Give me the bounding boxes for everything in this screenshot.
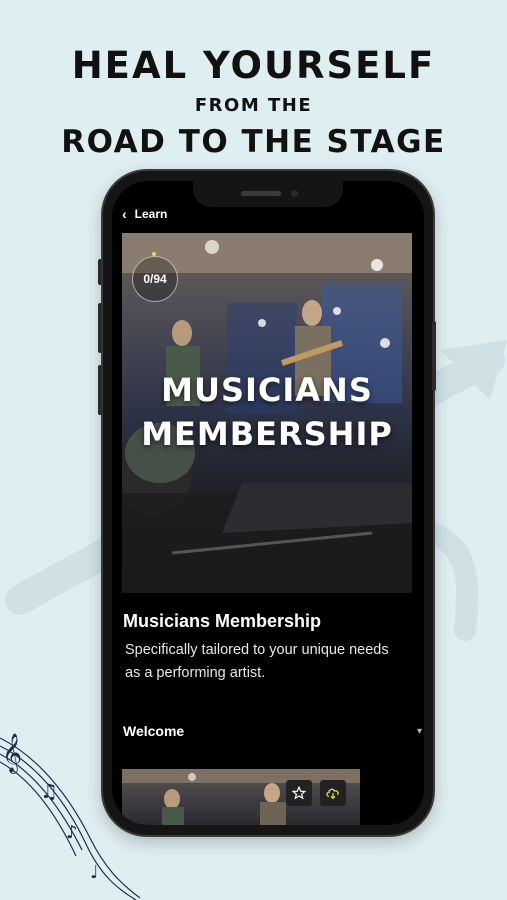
headline-line-3: ROAD TO THE STAGE: [61, 124, 446, 160]
phone-side-button: [98, 259, 102, 285]
phone-power-button: [432, 321, 436, 391]
phone-volume-up-button: [98, 303, 102, 353]
star-icon: [292, 786, 306, 800]
hero-title-line-2: MEMBERSHIP: [141, 415, 393, 453]
course-hero-image[interactable]: MUSICIANS MEMBERSHIP 0/94: [122, 233, 412, 593]
svg-text:♪: ♪: [66, 822, 78, 843]
progress-count: 0/94: [143, 272, 167, 286]
phone-screen: ‹ Learn MUSICIANS MEMBERSHIP 0/94 Musici…: [112, 181, 424, 825]
course-description: Specifically tailored to your unique nee…: [125, 642, 389, 681]
section-header-welcome[interactable]: Welcome: [123, 723, 184, 739]
headline-line-2: FROM THE: [194, 95, 313, 116]
phone-mockup: ‹ Learn MUSICIANS MEMBERSHIP 0/94 Musici…: [98, 171, 436, 835]
svg-text:♩: ♩: [90, 862, 99, 883]
phone-volume-down-button: [98, 365, 102, 415]
svg-text:𝄞: 𝄞: [2, 733, 22, 774]
cloud-download-icon: [326, 788, 339, 800]
course-title: Musicians Membership: [123, 611, 322, 631]
favorite-button[interactable]: [286, 780, 312, 806]
svg-text:♫: ♫: [40, 779, 58, 803]
progress-indicator-dot: [152, 252, 156, 256]
download-button[interactable]: [320, 780, 346, 806]
front-camera: [291, 190, 298, 197]
chevron-down-icon[interactable]: ▾: [417, 726, 422, 737]
phone-notch: [193, 181, 343, 207]
speaker-grille: [241, 191, 281, 196]
back-label: Learn: [134, 207, 168, 221]
hero-title-line-1: MUSICIANS: [161, 371, 373, 409]
progress-ring: 0/94: [132, 256, 178, 302]
back-button[interactable]: ‹ Learn: [122, 206, 167, 222]
headline-line-1: HEAL YOURSELF: [71, 44, 436, 87]
chevron-left-icon: ‹: [122, 206, 127, 222]
